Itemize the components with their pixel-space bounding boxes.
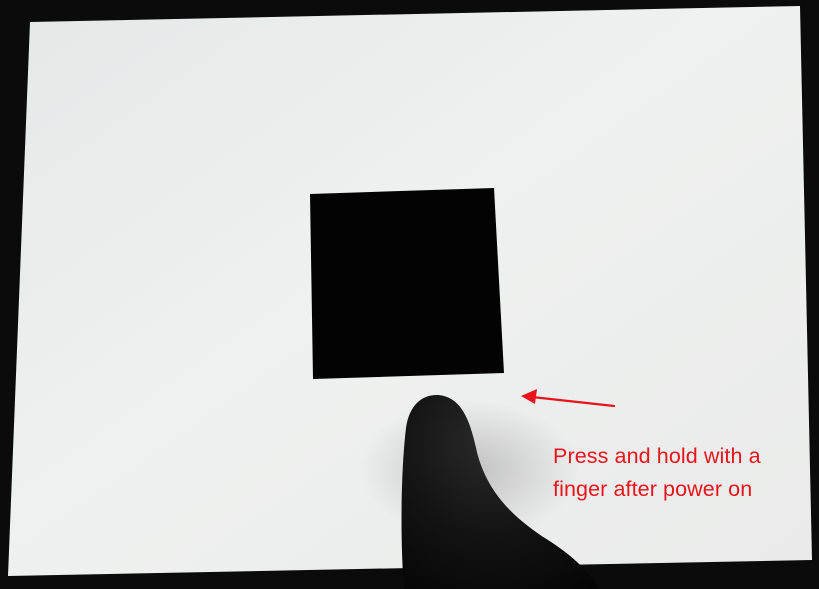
instruction-annotation: Press and hold with a finger after power… [553, 440, 813, 506]
touch-target-square[interactable] [310, 188, 504, 379]
instruction-line-2: finger after power on [553, 477, 753, 501]
instruction-line-1: Press and hold with a [553, 444, 761, 468]
photo-frame: Press and hold with a finger after power… [0, 0, 819, 589]
